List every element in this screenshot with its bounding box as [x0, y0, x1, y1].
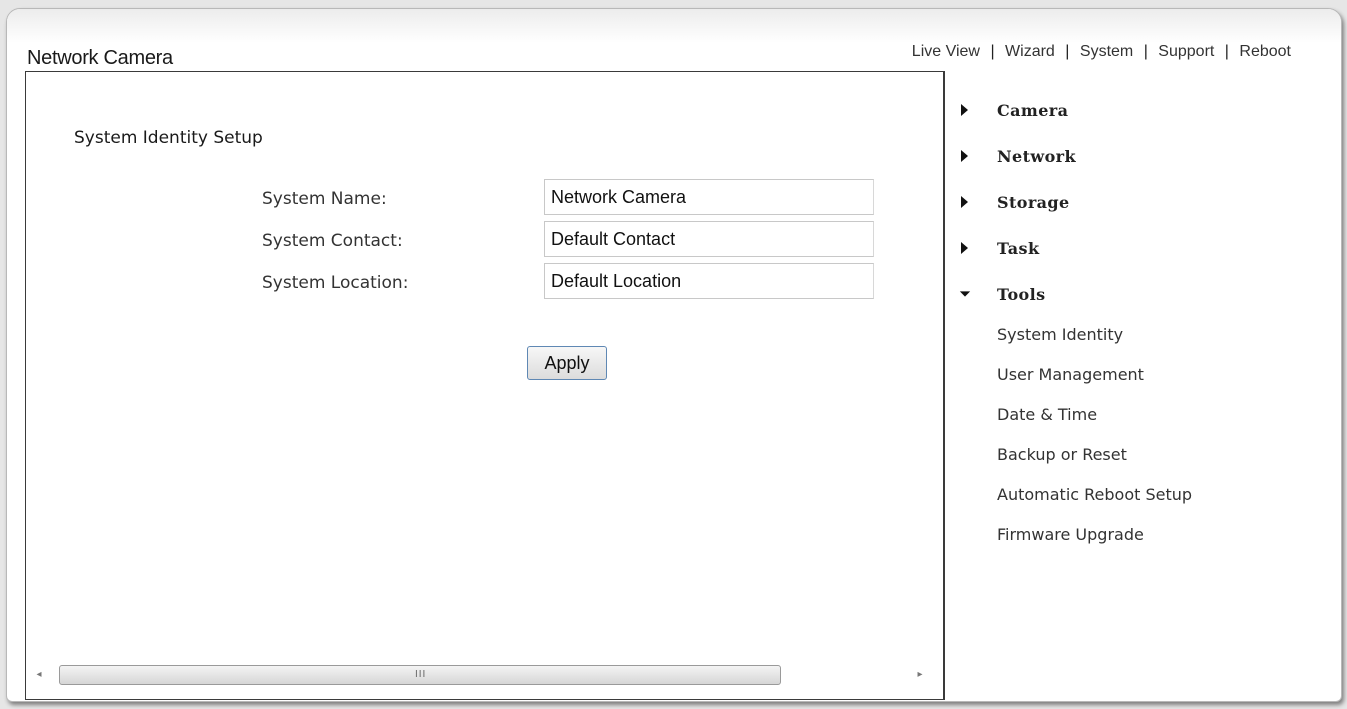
submenu-item-date-time[interactable]: Date & Time [953, 405, 1313, 445]
nav-system[interactable]: System [1080, 43, 1133, 60]
nav-separator: | [990, 43, 995, 60]
nav-support[interactable]: Support [1158, 43, 1214, 60]
sidebar: Camera Network Storage Task Tools System… [953, 101, 1313, 565]
nav-separator: | [1143, 43, 1148, 60]
sidebar-item-label: Camera [997, 101, 1069, 120]
tools-submenu: System Identity User Management Date & T… [953, 325, 1313, 565]
top-nav: Live View | Wizard | System | Support | … [912, 43, 1291, 61]
triangle-down-icon [959, 291, 971, 297]
system-location-input[interactable] [544, 263, 874, 299]
nav-wizard[interactable]: Wizard [1005, 43, 1055, 60]
sidebar-item-camera[interactable]: Camera [953, 101, 1313, 147]
triangle-right-icon [961, 196, 968, 208]
sidebar-item-label: Network [997, 147, 1076, 166]
submenu-item-system-identity[interactable]: System Identity [953, 325, 1313, 365]
sidebar-item-label: Storage [997, 193, 1070, 212]
system-name-input[interactable] [544, 179, 874, 215]
scroll-left-icon[interactable]: ◂ [34, 669, 44, 681]
system-contact-input[interactable] [544, 221, 874, 257]
nav-live-view[interactable]: Live View [912, 43, 980, 60]
content-panel: System Identity Setup System Name: Syste… [25, 71, 945, 700]
nav-separator: | [1065, 43, 1070, 60]
system-name-label: System Name: [262, 189, 387, 209]
nav-separator: | [1224, 43, 1229, 60]
system-contact-label: System Contact: [262, 231, 403, 251]
sidebar-item-network[interactable]: Network [953, 147, 1313, 193]
scrollbar-grip: III [415, 669, 427, 680]
app-window: Network Camera Live View | Wizard | Syst… [6, 8, 1342, 702]
submenu-item-backup-reset[interactable]: Backup or Reset [953, 445, 1313, 485]
system-location-label: System Location: [262, 273, 409, 293]
submenu-item-firmware-upgrade[interactable]: Firmware Upgrade [953, 525, 1313, 565]
scrollbar-thumb[interactable]: III [59, 665, 781, 685]
section-title: System Identity Setup [74, 128, 263, 148]
sidebar-item-label: Tools [997, 285, 1046, 304]
app-title: Network Camera [27, 47, 173, 69]
apply-button[interactable]: Apply [527, 346, 607, 380]
triangle-right-icon [961, 150, 968, 162]
sidebar-item-label: Task [997, 239, 1040, 258]
sidebar-item-storage[interactable]: Storage [953, 193, 1313, 239]
nav-reboot[interactable]: Reboot [1239, 43, 1291, 60]
sidebar-item-task[interactable]: Task [953, 239, 1313, 285]
submenu-item-automatic-reboot[interactable]: Automatic Reboot Setup [953, 485, 1313, 525]
horizontal-scrollbar[interactable]: ◂ III ▸ [30, 665, 935, 685]
scroll-right-icon[interactable]: ▸ [915, 669, 925, 681]
triangle-right-icon [961, 104, 968, 116]
submenu-item-user-management[interactable]: User Management [953, 365, 1313, 405]
triangle-right-icon [961, 242, 968, 254]
